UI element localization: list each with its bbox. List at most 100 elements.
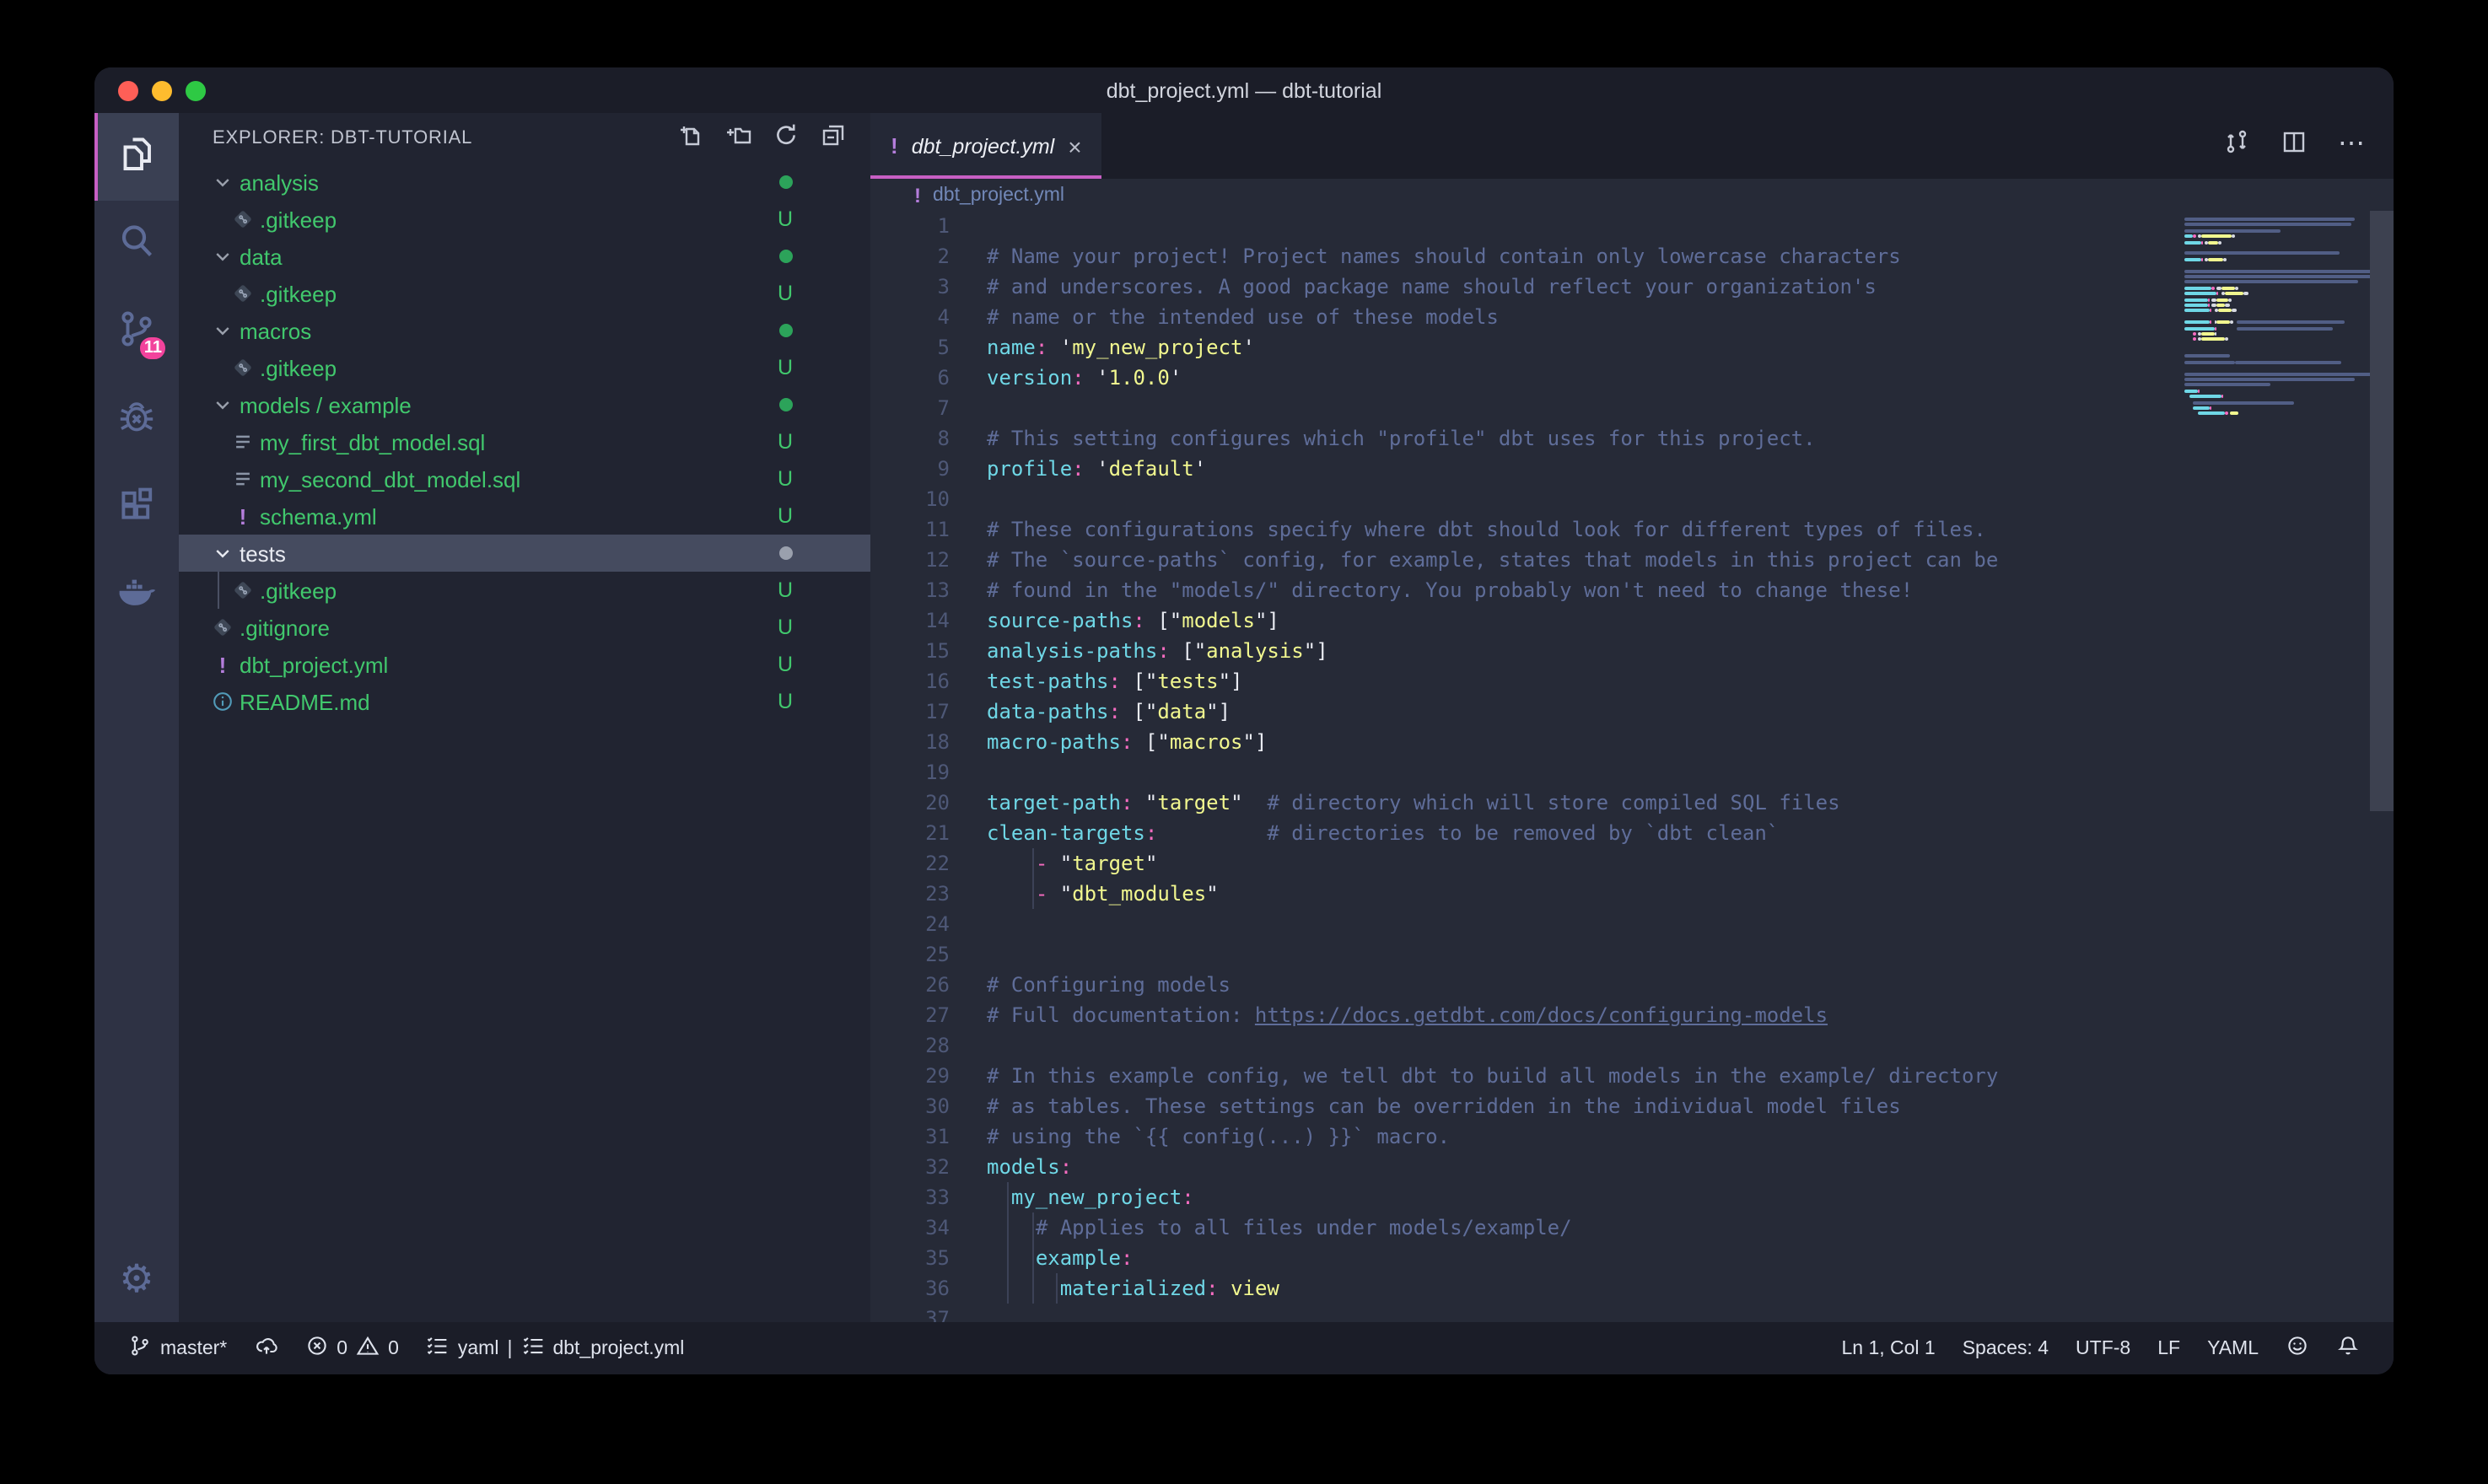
minimap-line <box>2184 354 2370 360</box>
code-line-30: 30# as tables. These settings can be ove… <box>870 1091 2394 1121</box>
feedback-smiley-button[interactable] <box>2286 1334 2309 1363</box>
git-icon <box>229 282 256 305</box>
minimap-line <box>2184 394 2370 400</box>
minimap-line <box>2184 268 2370 274</box>
git-status-badge: U <box>778 430 793 454</box>
file-row-gitkeep[interactable]: .gitkeepU <box>179 349 870 386</box>
settings-gear-button[interactable]: ⚙ <box>94 1234 179 1322</box>
minimap-line <box>2184 325 2370 331</box>
folder-row-analysis[interactable]: analysis <box>179 164 870 201</box>
file-row-gitkeep[interactable]: .gitkeepU <box>179 275 870 312</box>
dbt-mode-indicator[interactable]: yaml | dbt_project.yml <box>426 1334 685 1363</box>
file-row-dbt-project-yml[interactable]: !dbt_project.ymlU <box>179 646 870 683</box>
code-line-19: 19 <box>870 757 2394 788</box>
code-line-27: 27# Full documentation: https://docs.get… <box>870 1000 2394 1030</box>
git-status-badge: U <box>778 467 793 491</box>
scrollbar-thumb[interactable] <box>2370 211 2394 811</box>
eol-indicator[interactable]: LF <box>2157 1338 2180 1358</box>
separator: | <box>507 1338 512 1358</box>
tree-item-label: my_first_dbt_model.sql <box>260 429 485 454</box>
folder-row-data[interactable]: data <box>179 238 870 275</box>
split-editor-icon[interactable] <box>2281 128 2308 164</box>
warning-triangle-icon <box>356 1334 380 1363</box>
git-icon <box>209 616 236 639</box>
indentation-indicator[interactable]: Spaces: 4 <box>1963 1338 2049 1358</box>
file-row-my-first-dbt-model-sql[interactable]: my_first_dbt_model.sql U <box>179 423 870 460</box>
tab-dbt-project-yml[interactable]: ! dbt_project.yml × <box>870 113 1102 179</box>
minimap-line <box>2184 291 2370 297</box>
file-row-readme-md[interactable]: README.mdU <box>179 683 870 720</box>
minimap-line <box>2184 331 2370 336</box>
git-status-badge: U <box>778 653 793 676</box>
line-number: 8 <box>870 423 950 454</box>
line-number: 36 <box>870 1273 950 1304</box>
refresh-icon[interactable] <box>773 121 800 156</box>
line-number: 35 <box>870 1243 950 1273</box>
line-number: 32 <box>870 1152 950 1182</box>
extensions-icon <box>116 483 157 532</box>
line-number: 20 <box>870 788 950 818</box>
tab-bar: ! dbt_project.yml × ⋯ <box>870 113 2394 179</box>
file-row-gitignore[interactable]: .gitignoreU <box>179 609 870 646</box>
line-number: 15 <box>870 636 950 666</box>
code-line-22: 22 - "target" <box>870 848 2394 879</box>
activity-run-debug[interactable] <box>94 376 179 464</box>
line-number: 16 <box>870 666 950 696</box>
minimap-line <box>2184 239 2370 245</box>
chevron-down-icon <box>209 172 236 192</box>
line-number: 4 <box>870 302 950 332</box>
activity-explorer[interactable] <box>94 113 179 201</box>
activity-search[interactable] <box>94 201 179 288</box>
git-status-badge: U <box>778 356 793 379</box>
line-number: 23 <box>870 879 950 909</box>
file-row-schema-yml[interactable]: !schema.ymlU <box>179 497 870 535</box>
language-mode[interactable]: YAML <box>2207 1338 2259 1358</box>
activity-docker[interactable] <box>94 551 179 639</box>
folder-row-tests[interactable]: tests <box>179 535 870 572</box>
checklist-icon <box>520 1334 544 1363</box>
code-line-4: 4# name or the intended use of these mod… <box>870 302 2394 332</box>
folder-row-macros[interactable]: macros <box>179 312 870 349</box>
minimap-line <box>2184 228 2370 234</box>
file-row-gitkeep[interactable]: .gitkeepU <box>179 572 870 609</box>
line-number: 30 <box>870 1091 950 1121</box>
problems-indicator[interactable]: 0 0 <box>304 1334 399 1363</box>
new-file-button[interactable] <box>678 121 705 156</box>
cursor-position[interactable]: Ln 1, Col 1 <box>1841 1338 1935 1358</box>
folder-row-models-example[interactable]: models / example <box>179 386 870 423</box>
activity-extensions[interactable] <box>94 464 179 551</box>
file-row-my-second-dbt-model-sql[interactable]: my_second_dbt_model.sqlU <box>179 460 870 497</box>
code-line-5: 5name: 'my_new_project' <box>870 332 2394 363</box>
collapse-folders-button[interactable] <box>820 121 847 156</box>
git-icon <box>229 207 256 231</box>
activity-source-control[interactable]: 11 <box>94 288 179 376</box>
more-actions-icon[interactable]: ⋯ <box>2338 141 2367 152</box>
open-changes-icon[interactable] <box>2223 128 2250 164</box>
line-number: 37 <box>870 1304 950 1322</box>
encoding-indicator[interactable]: UTF-8 <box>2076 1338 2130 1358</box>
minimap-line <box>2184 348 2370 354</box>
sync-button[interactable] <box>254 1334 277 1363</box>
line-number: 24 <box>870 909 950 939</box>
window-title: dbt_project.yml — dbt-tutorial <box>94 78 2394 102</box>
line-number: 27 <box>870 1000 950 1030</box>
close-icon[interactable]: × <box>1068 134 1081 158</box>
file-row-gitkeep[interactable]: .gitkeepU <box>179 201 870 238</box>
line-number: 19 <box>870 757 950 788</box>
minimap-line <box>2184 234 2370 239</box>
branch-indicator[interactable]: master* <box>128 1334 227 1363</box>
tree-item-label: .gitkeep <box>260 281 337 306</box>
code-editor[interactable]: 12# Name your project! Project names sho… <box>870 211 2394 1322</box>
notifications-button[interactable] <box>2336 1334 2360 1363</box>
sql-icon <box>229 467 256 491</box>
scm-changes-badge: 11 <box>137 334 169 363</box>
line-number: 33 <box>870 1182 950 1212</box>
breadcrumb[interactable]: ! dbt_project.yml <box>870 179 2394 211</box>
minimap[interactable] <box>2184 211 2370 422</box>
branch-name: master* <box>160 1338 227 1358</box>
git-status-badge <box>779 250 793 263</box>
new-folder-button[interactable] <box>725 121 752 156</box>
titlebar: dbt_project.yml — dbt-tutorial <box>94 67 2394 113</box>
error-icon <box>304 1334 328 1363</box>
tree-item-label: data <box>240 244 283 269</box>
